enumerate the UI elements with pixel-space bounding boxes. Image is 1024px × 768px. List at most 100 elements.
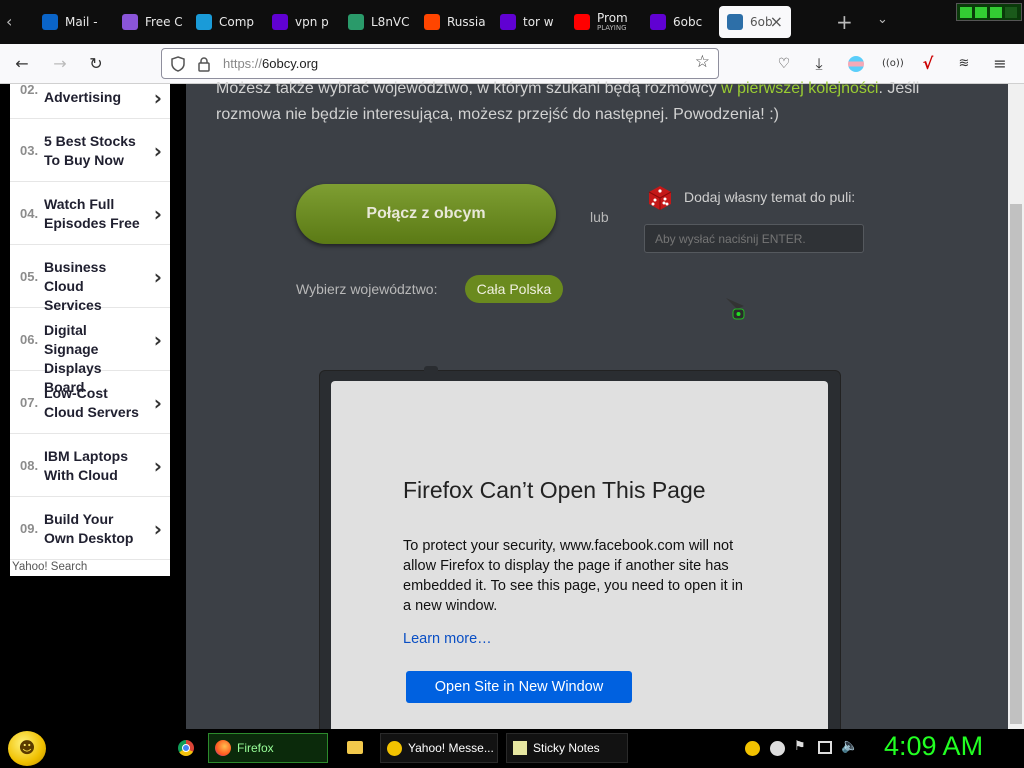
topic-input[interactable] [644,224,864,253]
sidebar-item-line1: Digital Signage [44,322,99,357]
intro-text-line1: Możesz także wybrać województwo, w który… [216,80,722,97]
tab-8[interactable]: Prom PLAYING [566,6,640,38]
tab-9[interactable]: 6obc [642,6,716,38]
sidebar-item-line2: Cloud Servers [44,404,139,420]
tab-1[interactable]: Mail - [34,6,112,38]
embed-frame-notch [424,366,438,374]
open-site-button-label: Open Site in New Window [434,679,604,695]
tab-10[interactable]: 6ob × [719,6,791,38]
page-scrollbar[interactable] [1008,84,1024,729]
tab-scroll-left-icon[interactable]: ‹ [6,12,12,31]
tab-4[interactable]: vpn p [264,6,338,38]
sidebar-item-label: Business Cloud Services [44,258,144,315]
taskbar-sticky-notes[interactable]: Sticky Notes [506,733,628,763]
sidebar-ad-item[interactable]: 02. Advertising › [10,56,170,119]
sidebar-item-line1: Watch Full [44,196,115,212]
sidebar-item-line1: IBM Laptops [44,448,128,464]
chevron-right-icon: › [153,328,162,352]
intro-text-line2: rozmowa nie będzie interesująca, możesz … [216,106,779,123]
tab-label: vpn p [295,15,329,29]
yahoo-search-footer[interactable]: Yahoo! Search [12,561,87,573]
new-tab-button[interactable]: + [836,10,853,34]
sidebar-ad-item[interactable]: 09. Build Your Own Desktop › [10,497,170,560]
cursor-icon [726,298,745,320]
yahoo-messenger-icon [387,740,402,756]
tab-6[interactable]: Russia [416,6,490,38]
sidebar-ad-item[interactable]: 08. IBM Laptops With Cloud › [10,434,170,497]
list-all-tabs-icon[interactable]: ⌄ [877,12,888,27]
tab-label: 6obc [673,15,703,29]
sidebar-item-line1: Business [44,259,107,275]
main-content: Możesz także wybrać województwo, w który… [186,80,1008,741]
sidebar-item-line2: With Cloud [44,467,118,483]
reddit-icon [424,14,440,30]
signal-extension-icon[interactable]: ≋ [954,54,974,74]
scrollbar-thumb[interactable] [1010,204,1022,724]
yahoo-icon [272,14,288,30]
sidebar-item-number: 03. [20,143,39,158]
chrome-icon[interactable] [178,740,194,756]
sidebar-ad-item[interactable]: 04. Watch Full Episodes Free › [10,182,170,245]
bookmark-star-icon[interactable]: ☆ [695,52,710,72]
sidebar-item-line2: Own Desktop [44,530,134,546]
taskbar-yahoo-messenger[interactable]: Yahoo! Messe... [380,733,498,763]
dice-icon [648,186,672,210]
tab-label: Prom [597,12,628,24]
sidebar-ad-item[interactable]: 06. Digital Signage Displays Board › [10,308,170,395]
region-label: Wybierz województwo: [296,281,438,297]
connect-button[interactable]: Połącz z obcym [296,184,556,244]
start-smiley-icon[interactable]: ☻ [8,731,46,766]
tray-messenger-icon[interactable] [745,741,760,756]
tab-5[interactable]: L8nVC [340,6,414,38]
learn-more-link[interactable]: Learn more… [403,631,492,647]
url-host: 6obcy.org [262,56,319,71]
sidebar-ad-item[interactable]: 07. Low-Cost Cloud Servers › [10,371,170,434]
6obcy-icon [727,14,743,30]
sidebar-ad-item[interactable]: 05. Business Cloud Services › [10,245,170,313]
tab-strip: ‹ Mail - Free C Comp vpn p L8nVC Russia tor w P… [0,0,1024,44]
sidebar-item-line2: Advertising [44,89,122,105]
tab-7[interactable]: tor w [492,6,564,38]
url-text[interactable]: https://6obcy.org [223,56,318,71]
yahoo-icon [500,14,516,30]
taskbar: ☻ Firefox Yahoo! Messe... Sticky Notes ⚑… [0,729,1024,768]
extension-flag-icon[interactable] [846,54,866,74]
tab-label: L8nVC [371,15,410,29]
sidebar-ad-item[interactable]: 03. 5 Best Stocks To Buy Now › [10,119,170,182]
clock[interactable]: 4:09 AM [884,731,983,762]
sidebar-item-number: 04. [20,206,39,221]
tray-volume-icon[interactable]: 🔈 [841,738,858,754]
region-select[interactable]: Cała Polska [465,275,563,303]
file-explorer-icon[interactable] [347,741,363,754]
menu-icon[interactable]: ≡ [990,54,1010,74]
connect-button-label: Połącz z obcym [366,205,486,222]
audio-extension-icon[interactable]: ((o)) [882,54,904,74]
open-site-button[interactable]: Open Site in New Window [406,671,632,703]
sidebar-item-number: 08. [20,458,39,473]
sidebar-item-line1: Build Your [44,511,114,527]
vivaldi-extension-icon[interactable]: √ [918,54,938,74]
lock-icon[interactable] [197,56,211,72]
address-bar[interactable]: https://6obcy.org ☆ [161,48,719,79]
tab-3[interactable]: Comp [188,6,262,38]
taskbar-sticky-notes-label: Sticky Notes [533,741,600,755]
tab-2[interactable]: Free C [114,6,186,38]
maps-icon [348,14,364,30]
downloads-icon[interactable]: ⤓ [809,54,829,74]
pocket-icon[interactable]: ♡ [774,54,794,74]
sidebar-item-line1 [44,69,144,88]
intro-text: Możesz także wybrać województwo, w który… [216,76,1006,128]
taskbar-firefox[interactable]: Firefox [208,733,328,763]
shield-icon[interactable] [170,56,186,72]
close-tab-icon[interactable]: × [770,12,783,31]
tray-status-icon[interactable] [770,741,785,756]
blocked-page-panel: Firefox Can’t Open This Page To protect … [331,381,828,741]
sidebar-item-line2: Episodes Free [44,215,140,231]
chevron-right-icon: › [153,454,162,478]
tray-flag-icon[interactable]: ⚑ [794,739,806,754]
url-scheme: https:// [223,56,263,71]
sidebar-item-line1: 5 Best Stocks [44,133,136,149]
tray-network-icon[interactable] [818,741,832,754]
region-value: Cała Polska [476,281,552,297]
sidebar-item-label: Build Your Own Desktop [44,510,144,548]
